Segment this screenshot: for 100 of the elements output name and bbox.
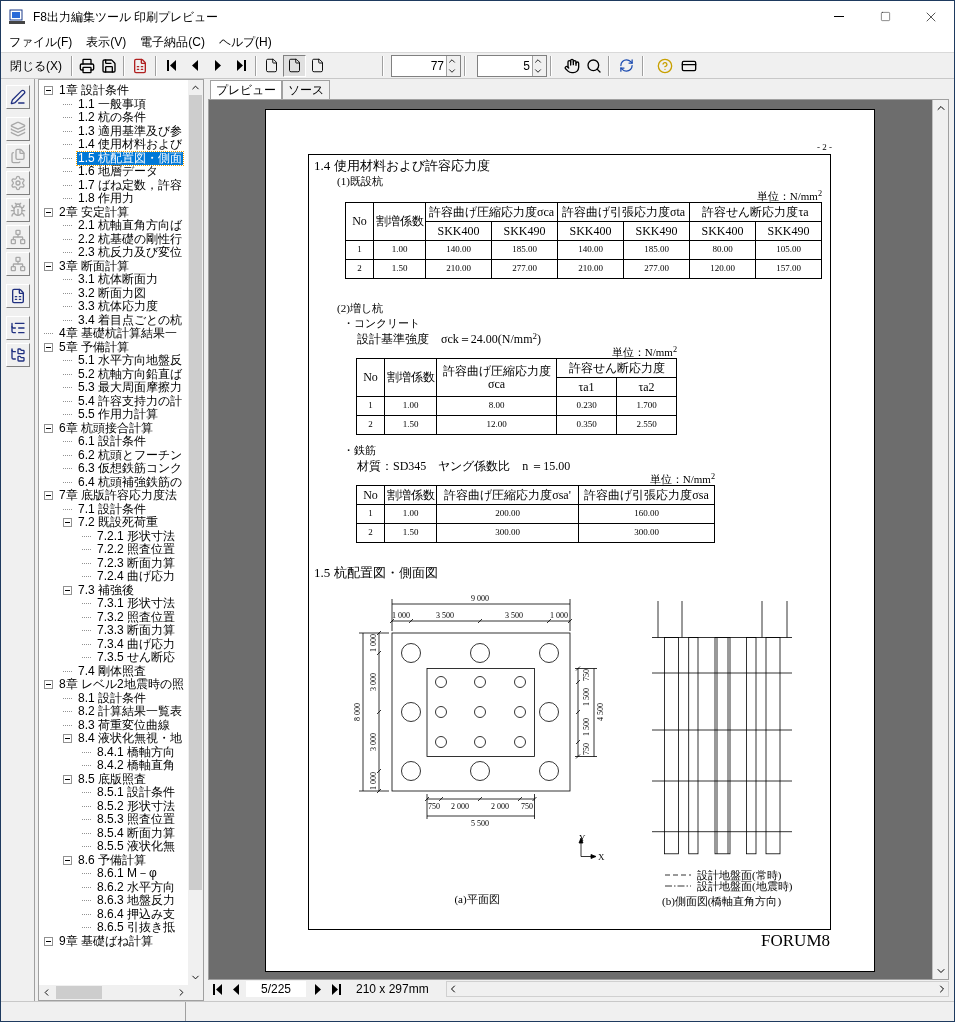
tab[interactable]: プレビュー bbox=[210, 80, 282, 99]
unit-label: 単位：N/mm$^{2}$ bbox=[649, 473, 715, 485]
menu-item[interactable]: ファイル(F) bbox=[2, 33, 80, 51]
tree-item[interactable]: 3.1 杭体断面力 bbox=[77, 273, 159, 287]
tree-item[interactable]: 8.4.1 橋軸方向 bbox=[96, 745, 177, 759]
tree-item[interactable]: 3.3 杭体応力度 bbox=[77, 300, 159, 314]
side-tool-button[interactable] bbox=[5, 284, 30, 308]
collapse-icon[interactable] bbox=[63, 774, 72, 784]
vertical-scrollbar[interactable] bbox=[188, 80, 203, 985]
tree-item[interactable]: 5.2 杭軸方向鉛直ば bbox=[77, 367, 183, 381]
tree-item[interactable]: 7.3.2 照査位置 bbox=[96, 610, 177, 624]
tree-item[interactable]: 1.8 作用力 bbox=[77, 192, 135, 206]
tree-item[interactable]: 8.6.2 水平方向 bbox=[96, 880, 177, 894]
tree-item[interactable]: 8.5 底版照査 bbox=[77, 772, 147, 786]
tree-item[interactable]: 8章 レベル2地震時の照 bbox=[58, 678, 185, 692]
tree-item[interactable]: 5章 予備計算 bbox=[58, 340, 130, 354]
collapse-icon[interactable] bbox=[44, 491, 53, 501]
tab[interactable]: ソース bbox=[282, 80, 330, 99]
collapse-icon[interactable] bbox=[44, 261, 53, 271]
zoom-field[interactable]: 77 bbox=[391, 54, 461, 77]
tree-item[interactable]: 7章 底版許容応力度法 bbox=[58, 489, 178, 503]
side-tool-button[interactable] bbox=[5, 343, 30, 367]
tree-item[interactable]: 8.2 計算結果一覧表 bbox=[77, 705, 183, 719]
tree-item[interactable]: 3.2 断面力図 bbox=[77, 286, 147, 300]
tree-item[interactable]: 1.5 杭配置図・側面 bbox=[77, 151, 183, 165]
tree-item[interactable]: 3.4 着目点ごとの杭 bbox=[77, 313, 183, 327]
tree-item[interactable]: 7.3.3 断面力算 bbox=[96, 624, 177, 638]
tree-item[interactable]: 8.6 予備計算 bbox=[77, 853, 147, 867]
tree-item[interactable]: 5.3 最大周面摩擦力 bbox=[77, 381, 183, 395]
tree-item[interactable]: 2.1 杭軸直角方向ば bbox=[77, 219, 183, 233]
tree-item[interactable]: 8.1 設計条件 bbox=[77, 691, 147, 705]
tree-item[interactable]: 8.3 荷重変位曲線 bbox=[77, 718, 171, 732]
tree-item[interactable]: 2.3 杭反力及び変位 bbox=[77, 246, 183, 260]
app-icon bbox=[9, 8, 25, 25]
collapse-icon[interactable] bbox=[44, 423, 53, 433]
tree-item[interactable]: 4章 基礎杭計算結果一 bbox=[58, 327, 178, 341]
tree-item[interactable]: 6.1 設計条件 bbox=[77, 435, 147, 449]
collapse-icon[interactable] bbox=[44, 936, 53, 946]
tree-item[interactable]: 7.4 剛体照査 bbox=[77, 664, 147, 678]
tree-item[interactable]: 7.2 既設死荷重 bbox=[77, 516, 159, 530]
collapse-icon[interactable] bbox=[44, 342, 53, 352]
tree-item[interactable]: 5.1 水平方向地盤反 bbox=[77, 354, 183, 368]
tree-item[interactable]: 8.5.3 照査位置 bbox=[96, 813, 177, 827]
tree-item[interactable]: 7.2.2 照査位置 bbox=[96, 543, 177, 557]
tree-item[interactable]: 7.3.1 形状寸法 bbox=[96, 597, 177, 611]
tree-item[interactable]: 7.3.5 せん断応 bbox=[96, 651, 177, 665]
tree-item[interactable]: 7.2.1 形状寸法 bbox=[96, 529, 177, 543]
tree-item[interactable]: 2章 安定計算 bbox=[58, 205, 130, 219]
side-tool-button[interactable] bbox=[5, 316, 30, 340]
printer-icon bbox=[79, 57, 95, 74]
collapse-icon[interactable] bbox=[44, 86, 53, 96]
tree-item[interactable]: 7.2.3 断面力算 bbox=[96, 556, 177, 570]
tree-item[interactable]: 6章 杭頭接合計算 bbox=[58, 421, 154, 435]
tree-item[interactable]: 8.4 液状化無視・地 bbox=[77, 732, 183, 746]
collapse-icon[interactable] bbox=[44, 207, 53, 217]
tree-item[interactable]: 7.3.4 曲げ応力 bbox=[96, 637, 177, 651]
collapse-icon[interactable] bbox=[44, 680, 53, 690]
tree-item[interactable]: 7.1 設計条件 bbox=[77, 502, 147, 516]
tree-item[interactable]: 7.2.4 曲げ応力 bbox=[96, 570, 177, 584]
table-cell: 2 bbox=[356, 415, 385, 435]
page-indicator-field[interactable]: 5/225 bbox=[246, 981, 306, 997]
collapse-icon[interactable] bbox=[63, 855, 72, 865]
tree-item[interactable]: 1.6 地層データ bbox=[77, 165, 159, 179]
side-tool-button[interactable] bbox=[5, 85, 30, 109]
menu-item[interactable]: ヘルプ(H) bbox=[212, 33, 279, 51]
page-field[interactable]: 5 bbox=[477, 54, 547, 77]
page-view-button[interactable] bbox=[283, 54, 306, 77]
tree-item[interactable]: 5.4 許容支持力の計 bbox=[77, 394, 183, 408]
tree-item[interactable]: 8.5.4 断面力算 bbox=[96, 826, 177, 840]
tree-item[interactable]: 9章 基礎ばね計算 bbox=[58, 934, 154, 948]
tree-item[interactable]: 7.3 補強後 bbox=[77, 583, 135, 597]
tree-item[interactable]: 1.4 使用材料および bbox=[77, 138, 183, 152]
collapse-icon[interactable] bbox=[63, 734, 72, 744]
tree-item[interactable]: 6.3 仮想鉄筋コンク bbox=[77, 462, 183, 476]
close-preview-button[interactable]: 閉じる(X) bbox=[4, 54, 68, 77]
horizontal-scrollbar[interactable] bbox=[446, 981, 949, 997]
tree-item[interactable]: 1章 設計条件 bbox=[58, 84, 130, 98]
tree-item[interactable]: 2.2 杭基礎の剛性行 bbox=[77, 232, 183, 246]
tree-item[interactable]: 8.5.2 形状寸法 bbox=[96, 799, 177, 813]
tree-item[interactable]: 1.2 杭の条件 bbox=[77, 111, 147, 125]
tree-item[interactable]: 8.5.5 液状化無 bbox=[96, 840, 177, 854]
menu-item[interactable]: 表示(V) bbox=[79, 33, 134, 51]
horizontal-scrollbar[interactable] bbox=[39, 985, 203, 1000]
tree-item[interactable]: 6.2 杭頭とフーチン bbox=[77, 448, 183, 462]
tree-item[interactable]: 3章 断面計算 bbox=[58, 259, 130, 273]
collapse-icon[interactable] bbox=[63, 518, 72, 528]
tree-item[interactable]: 8.5.1 設計条件 bbox=[96, 786, 177, 800]
tree-item[interactable]: 1.3 適用基準及び参 bbox=[77, 124, 183, 138]
tree-item[interactable]: 1.1 一般事項 bbox=[77, 97, 147, 111]
tree-item[interactable]: 8.6.1 M－φ bbox=[96, 867, 158, 881]
tree-item[interactable]: 1.7 ばね定数，許容 bbox=[77, 178, 183, 192]
tree-item[interactable]: 8.6.5 引抜き抵 bbox=[96, 921, 177, 935]
tree-item[interactable]: 8.6.3 地盤反力 bbox=[96, 894, 177, 908]
tree-item[interactable]: 8.4.2 橋軸直角 bbox=[96, 759, 177, 773]
vertical-scrollbar[interactable] bbox=[932, 100, 948, 979]
tree-item[interactable]: 8.6.4 押込み支 bbox=[96, 907, 177, 921]
tree-item[interactable]: 5.5 作用力計算 bbox=[77, 408, 159, 422]
collapse-icon[interactable] bbox=[63, 585, 72, 595]
tree-item[interactable]: 6.4 杭頭補強鉄筋の bbox=[77, 475, 183, 489]
menu-item[interactable]: 電子納品(C) bbox=[133, 33, 212, 51]
